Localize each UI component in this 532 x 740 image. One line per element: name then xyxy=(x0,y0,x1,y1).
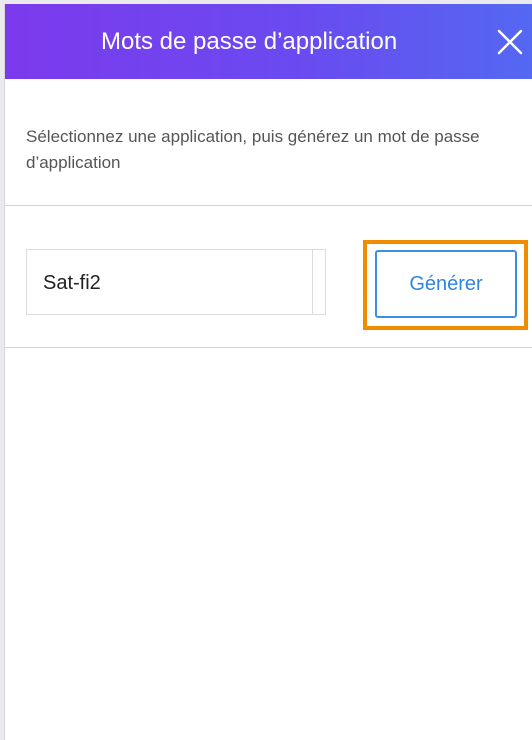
dialog-header: Mots de passe d’application xyxy=(5,4,532,79)
close-button[interactable] xyxy=(494,26,526,58)
generate-button[interactable]: Générer xyxy=(375,250,517,318)
application-select[interactable]: Sat-fi2 xyxy=(26,249,326,315)
description-section: Sélectionnez une application, puis génér… xyxy=(5,79,532,206)
generate-row: Sat-fi2 Générer xyxy=(5,206,532,348)
application-select-value: Sat-fi2 xyxy=(43,272,101,294)
select-divider xyxy=(312,250,313,314)
close-icon xyxy=(497,29,523,55)
dialog-title: Mots de passe d’application xyxy=(101,28,398,55)
description-text: Sélectionnez une application, puis génér… xyxy=(26,127,480,172)
app-passwords-dialog: Mots de passe d’application Sélectionnez… xyxy=(4,4,532,740)
